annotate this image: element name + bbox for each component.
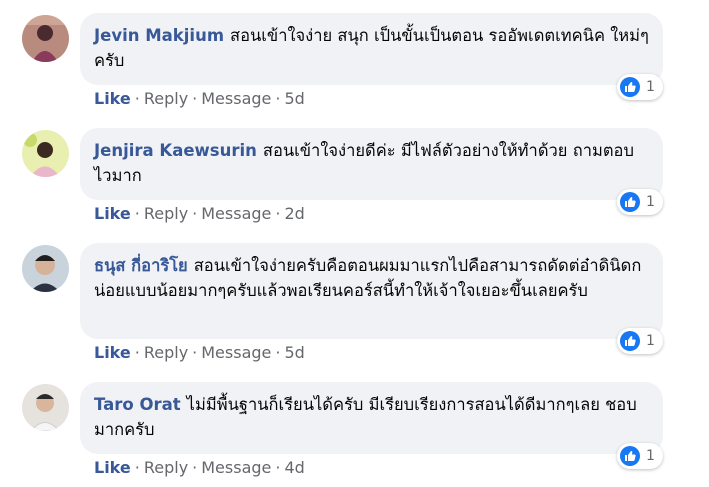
reply-button[interactable]: Reply xyxy=(144,89,188,108)
timestamp[interactable]: 5d xyxy=(284,343,304,362)
separator: · xyxy=(275,343,281,362)
reply-button[interactable]: Reply xyxy=(144,343,188,362)
avatar[interactable] xyxy=(22,130,69,177)
message-button[interactable]: Message xyxy=(201,343,271,362)
reaction-count: 1 xyxy=(646,194,655,210)
like-button[interactable]: Like xyxy=(94,458,131,477)
avatar[interactable] xyxy=(22,15,69,62)
like-button[interactable]: Like xyxy=(94,89,131,108)
comment-author[interactable]: Jevin Makjium xyxy=(94,26,224,45)
reaction-count: 1 xyxy=(646,79,655,95)
comment-author[interactable]: Taro Orat xyxy=(94,395,181,414)
reaction-badge[interactable]: 1 xyxy=(617,189,663,215)
comment-author[interactable]: ธนุส กี่อาริโย xyxy=(94,256,188,275)
reaction-badge[interactable]: 1 xyxy=(617,443,663,469)
reaction-count: 1 xyxy=(646,448,655,464)
comment-actions: Like · Reply · Message · 2d xyxy=(94,204,305,223)
comment-bubble: Jevin Makjium สอนเข้าใจง่าย สนุก เป็นขั้น… xyxy=(80,13,663,85)
timestamp[interactable]: 5d xyxy=(284,89,304,108)
separator: · xyxy=(134,458,140,477)
comment-actions: Like · Reply · Message · 5d xyxy=(94,89,305,108)
comment-bubble: ธนุส กี่อาริโย สอนเข้าใจง่ายครับคือตอนผมม… xyxy=(80,243,663,339)
message-button[interactable]: Message xyxy=(201,458,271,477)
comment-author[interactable]: Jenjira Kaewsurin xyxy=(94,141,257,160)
thumbs-up-icon xyxy=(620,77,640,97)
avatar[interactable] xyxy=(22,245,69,292)
comment-actions: Like · Reply · Message · 5d xyxy=(94,343,305,362)
reaction-count: 1 xyxy=(646,333,655,349)
avatar[interactable] xyxy=(22,384,69,431)
comment-bubble: Jenjira Kaewsurin สอนเข้าใจง่ายดีค่ะ มีไฟ… xyxy=(80,128,663,200)
message-button[interactable]: Message xyxy=(201,89,271,108)
timestamp[interactable]: 2d xyxy=(284,204,304,223)
separator: · xyxy=(192,458,198,477)
thumbs-up-icon xyxy=(620,446,640,466)
separator: · xyxy=(134,89,140,108)
separator: · xyxy=(134,204,140,223)
separator: · xyxy=(275,204,281,223)
separator: · xyxy=(275,458,281,477)
reply-button[interactable]: Reply xyxy=(144,458,188,477)
separator: · xyxy=(275,89,281,108)
separator: · xyxy=(134,343,140,362)
like-button[interactable]: Like xyxy=(94,343,131,362)
reaction-badge[interactable]: 1 xyxy=(617,74,663,100)
thumbs-up-icon xyxy=(620,331,640,351)
comment-actions: Like · Reply · Message · 4d xyxy=(94,458,305,477)
reaction-badge[interactable]: 1 xyxy=(617,328,663,354)
separator: · xyxy=(192,343,198,362)
like-button[interactable]: Like xyxy=(94,204,131,223)
separator: · xyxy=(192,204,198,223)
message-button[interactable]: Message xyxy=(201,204,271,223)
separator: · xyxy=(192,89,198,108)
reply-button[interactable]: Reply xyxy=(144,204,188,223)
comment-bubble: Taro Orat ไม่มีพื้นฐานก็เรียนได้ครับ มีเร… xyxy=(80,382,663,454)
thumbs-up-icon xyxy=(620,192,640,212)
timestamp[interactable]: 4d xyxy=(284,458,304,477)
